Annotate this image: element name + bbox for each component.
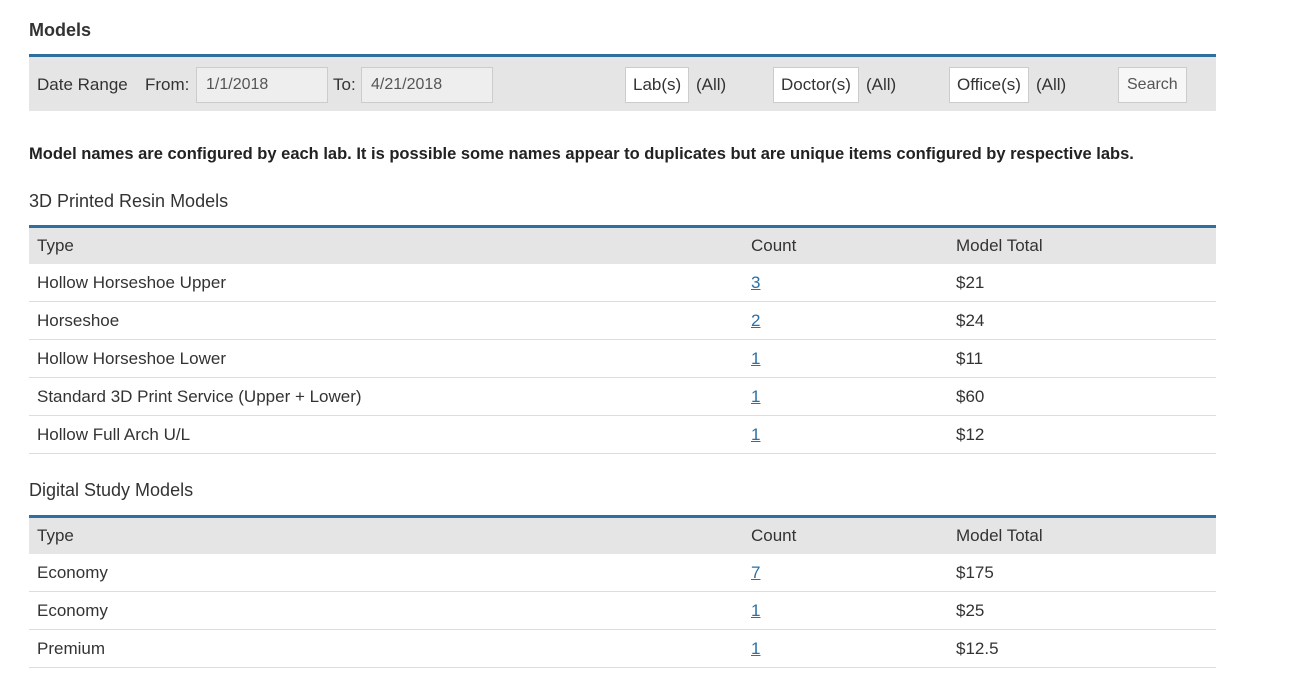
search-button[interactable]: Search	[1118, 67, 1187, 103]
cell-type: Hollow Full Arch U/L	[29, 415, 743, 454]
cell-model-total: $12.5	[948, 629, 1216, 668]
date-range-label: Date Range	[37, 75, 128, 94]
cell-type: Economy	[29, 554, 743, 592]
cell-type: Standard 3D Print Service (Upper + Lower…	[29, 377, 743, 416]
doctors-selected-value: (All)	[866, 75, 897, 94]
cell-type: Horseshoe	[29, 301, 743, 340]
count-link[interactable]: 7	[751, 563, 760, 582]
labs-selected-value: (All)	[696, 75, 727, 94]
count-link[interactable]: 1	[751, 349, 760, 368]
column-header-type: Type	[29, 516, 743, 554]
table-row: Economy 1 $25	[29, 591, 1216, 630]
column-header-model-total: Model Total	[948, 226, 1216, 264]
table-row: Horseshoe 2 $24	[29, 301, 1216, 340]
labs-button[interactable]: Lab(s)	[625, 67, 690, 103]
cell-count: 1	[743, 591, 948, 630]
table-row: Standard 3D Print Service (Upper + Lower…	[29, 377, 1216, 416]
cell-model-total: $24	[948, 301, 1216, 340]
table-row: Economy 7 $175	[29, 554, 1216, 592]
cell-model-total: $12	[948, 415, 1216, 454]
cell-count: 3	[743, 264, 948, 302]
cell-model-total: $175	[948, 554, 1216, 592]
cell-type: Economy	[29, 591, 743, 630]
cell-model-total: $21	[948, 264, 1216, 302]
table-row: Premium 1 $12.5	[29, 629, 1216, 668]
table-row: Hollow Horseshoe Lower 1 $11	[29, 339, 1216, 378]
table-row: Hollow Horseshoe Upper 3 $21	[29, 264, 1216, 302]
from-date-input[interactable]	[196, 67, 328, 103]
offices-button[interactable]: Office(s)	[949, 67, 1029, 103]
table-row: Hollow Full Arch U/L 1 $12	[29, 415, 1216, 454]
cell-count: 1	[743, 629, 948, 668]
count-link[interactable]: 2	[751, 311, 760, 330]
count-link[interactable]: 3	[751, 273, 760, 292]
count-link[interactable]: 1	[751, 425, 760, 444]
table-header-row: Type Count Model Total	[29, 226, 1216, 264]
column-header-count: Count	[743, 516, 948, 554]
page-title: Models	[29, 20, 92, 40]
count-link[interactable]: 1	[751, 601, 760, 620]
cell-type: Premium	[29, 629, 743, 668]
offices-selected-value: (All)	[1036, 75, 1067, 94]
cell-type: Hollow Horseshoe Upper	[29, 264, 743, 302]
cell-count: 2	[743, 301, 948, 340]
cell-model-total: $25	[948, 591, 1216, 630]
duplicate-names-notice: Model names are configured by each lab. …	[29, 145, 1134, 163]
from-label: From:	[145, 75, 190, 94]
doctors-button[interactable]: Doctor(s)	[773, 67, 859, 103]
cell-count: 1	[743, 377, 948, 416]
cell-count: 1	[743, 415, 948, 454]
table-header-row: Type Count Model Total	[29, 516, 1216, 554]
table-digital-study-models: Type Count Model Total Economy 7 $175 Ec…	[29, 515, 1216, 668]
cell-model-total: $60	[948, 377, 1216, 416]
count-link[interactable]: 1	[751, 387, 760, 406]
cell-model-total: $11	[948, 339, 1216, 378]
to-date-input[interactable]	[361, 67, 493, 103]
table-3d-printed-resin-models: Type Count Model Total Hollow Horseshoe …	[29, 225, 1216, 454]
to-label: To:	[333, 75, 356, 94]
column-header-model-total: Model Total	[948, 516, 1216, 554]
section-title-3d-printed-resin-models: 3D Printed Resin Models	[29, 191, 229, 211]
column-header-count: Count	[743, 226, 948, 264]
column-header-type: Type	[29, 226, 743, 264]
cell-count: 7	[743, 554, 948, 592]
count-link[interactable]: 1	[751, 639, 760, 658]
section-title-digital-study-models: Digital Study Models	[29, 480, 194, 500]
cell-type: Hollow Horseshoe Lower	[29, 339, 743, 378]
cell-count: 1	[743, 339, 948, 378]
filter-bar: Date Range From: To: Lab(s) (All) Doctor…	[29, 54, 1216, 111]
